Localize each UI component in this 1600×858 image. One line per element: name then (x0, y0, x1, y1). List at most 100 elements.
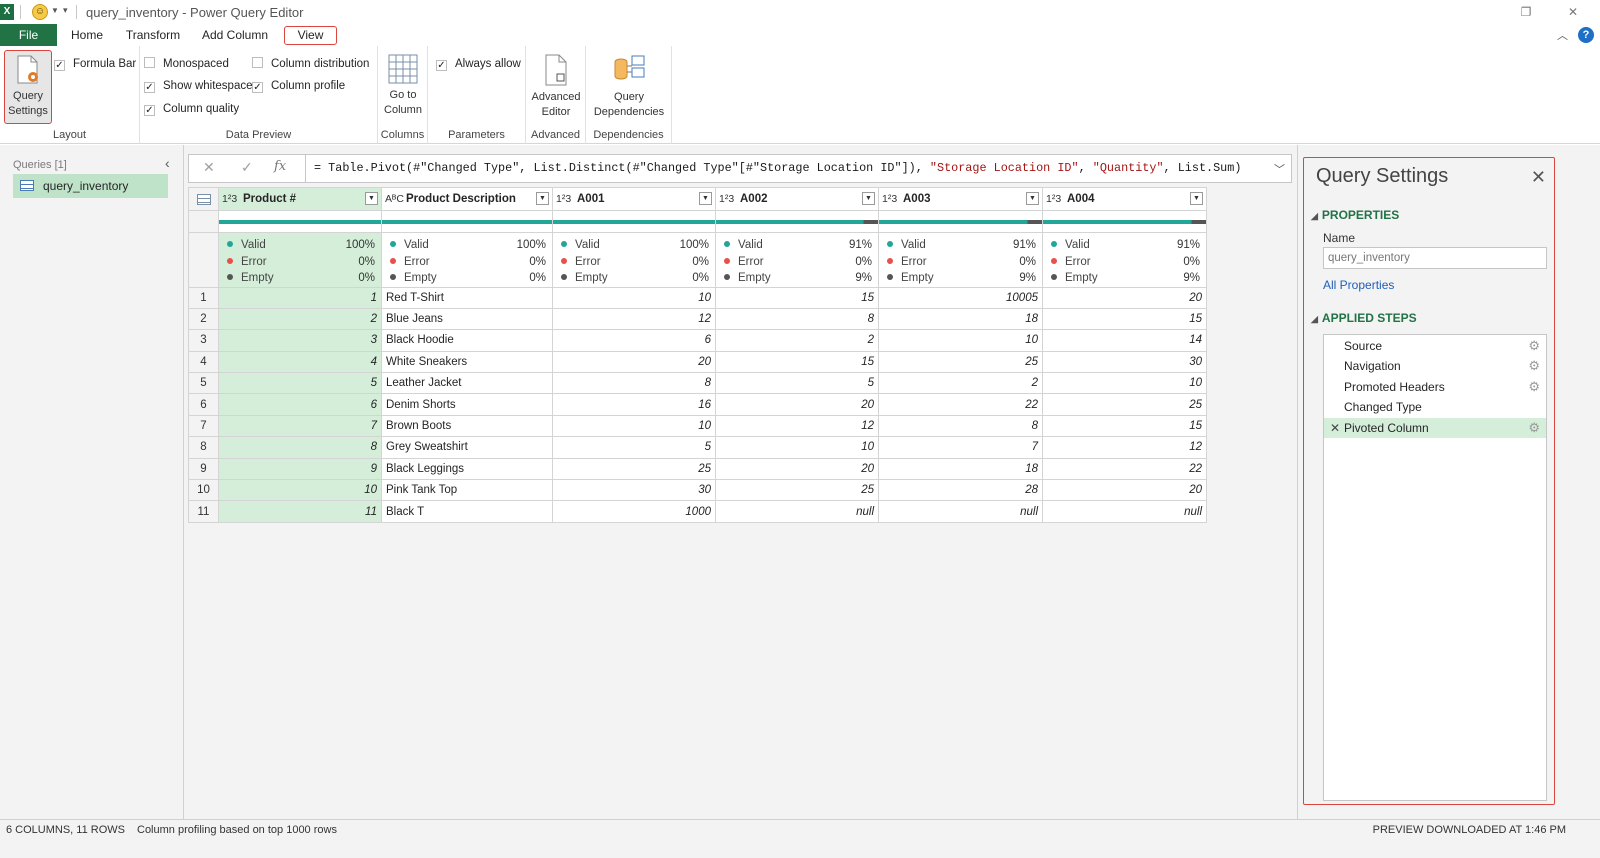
expand-formula-icon[interactable]: ﹀ (1274, 161, 1285, 177)
table-cell[interactable]: Brown Boots (381, 414, 553, 438)
formula-input[interactable]: = Table.Pivot(#"Changed Type", List.Dist… (305, 155, 1265, 182)
gear-icon[interactable]: ⚙ (1528, 336, 1540, 356)
row-number[interactable]: 4 (188, 350, 219, 374)
table-cell[interactable]: 20 (552, 350, 716, 374)
cancel-formula-icon[interactable]: ✕ (203, 159, 215, 176)
table-cell[interactable]: 1 (218, 286, 382, 309)
table-cell[interactable]: Black T (381, 500, 553, 523)
help-icon[interactable]: ? (1578, 27, 1594, 43)
table-cell[interactable]: 7 (878, 436, 1043, 459)
monospaced-checkbox[interactable]: Monospaced (144, 56, 229, 72)
table-cell[interactable]: 4 (218, 350, 382, 374)
table-cell[interactable]: White Sneakers (381, 350, 553, 374)
table-cell[interactable]: Black Leggings (381, 457, 553, 481)
delete-step-icon[interactable]: ✕ (1330, 418, 1340, 438)
row-number[interactable]: 7 (188, 414, 219, 438)
row-number[interactable]: 10 (188, 479, 219, 502)
data-type-icon[interactable]: 1²3 (556, 189, 571, 210)
column-header[interactable]: AᴮC Product Description ▼ (381, 187, 553, 211)
table-cell[interactable]: 10 (552, 414, 716, 438)
applied-step[interactable]: Source ⚙ (1324, 336, 1546, 356)
table-cell[interactable]: 5 (552, 436, 716, 459)
collapse-ribbon-icon[interactable]: ︿ (1557, 27, 1568, 43)
data-type-icon[interactable]: 1²3 (719, 189, 734, 210)
column-filter-dropdown-icon[interactable]: ▼ (1026, 192, 1039, 205)
table-cell[interactable]: 11 (218, 500, 382, 523)
fx-icon[interactable]: fx (274, 159, 286, 174)
table-menu-button[interactable] (188, 187, 219, 211)
table-cell[interactable]: 22 (878, 393, 1043, 416)
restore-button[interactable]: ❐ (1514, 2, 1538, 22)
row-number[interactable]: 9 (188, 457, 219, 481)
gear-icon[interactable]: ⚙ (1528, 377, 1540, 397)
query-dependencies-button[interactable]: Query Dependencies (588, 54, 670, 120)
table-cell[interactable]: null (878, 500, 1043, 523)
data-type-icon[interactable]: 1²3 (882, 189, 897, 210)
tab-add-column[interactable]: Add Column (198, 24, 272, 46)
table-cell[interactable]: 2 (715, 329, 879, 352)
applied-step[interactable]: Promoted Headers ⚙ (1324, 377, 1546, 397)
data-type-icon[interactable]: 1²3 (222, 189, 237, 210)
row-number[interactable]: 11 (188, 500, 219, 523)
column-filter-dropdown-icon[interactable]: ▼ (365, 192, 378, 205)
table-cell[interactable]: 18 (878, 457, 1043, 481)
always-allow-checkbox[interactable]: ✓ Always allow (436, 56, 521, 72)
column-distribution-checkbox[interactable]: Column distribution (252, 56, 369, 72)
column-profile-checkbox[interactable]: ✓ Column profile (252, 78, 345, 94)
show-whitespace-checkbox[interactable]: ✓ Show whitespace (144, 78, 253, 94)
column-header[interactable]: 1²3 A004 ▼ (1042, 187, 1207, 211)
tab-transform[interactable]: Transform (122, 24, 184, 46)
table-cell[interactable]: 20 (1042, 286, 1207, 309)
row-number[interactable]: 5 (188, 372, 219, 395)
table-cell[interactable]: 5 (715, 372, 879, 395)
table-cell[interactable]: 25 (878, 350, 1043, 374)
collapse-pane-icon[interactable]: ‹ (165, 155, 170, 171)
table-cell[interactable]: 22 (1042, 457, 1207, 481)
table-cell[interactable]: Leather Jacket (381, 372, 553, 395)
close-window-button[interactable]: ✕ (1561, 2, 1585, 22)
feedback-smiley-icon[interactable]: ☺ (32, 4, 48, 20)
table-cell[interactable]: 10 (715, 436, 879, 459)
applied-steps-header[interactable]: ◢ APPLIED STEPS (1311, 311, 1417, 325)
data-type-icon[interactable]: 1²3 (1046, 189, 1061, 210)
column-header[interactable]: 1²3 A002 ▼ (715, 187, 879, 211)
row-number[interactable]: 2 (188, 307, 219, 331)
table-cell[interactable]: 10005 (878, 286, 1043, 309)
tab-home[interactable]: Home (64, 24, 110, 46)
table-cell[interactable]: 16 (552, 393, 716, 416)
table-cell[interactable]: 20 (715, 393, 879, 416)
table-cell[interactable]: 20 (1042, 479, 1207, 502)
table-cell[interactable]: null (1042, 500, 1207, 523)
table-cell[interactable]: Red T-Shirt (381, 286, 553, 309)
advanced-editor-button[interactable]: Advanced Editor (528, 54, 584, 120)
column-quality-checkbox[interactable]: ✓ Column quality (144, 101, 239, 117)
table-cell[interactable]: 10 (1042, 372, 1207, 395)
query-item[interactable]: query_inventory (13, 174, 168, 198)
table-cell[interactable]: 30 (1042, 350, 1207, 374)
table-cell[interactable]: 1000 (552, 500, 716, 523)
table-cell[interactable]: 5 (218, 372, 382, 395)
gear-icon[interactable]: ⚙ (1528, 356, 1540, 376)
column-filter-dropdown-icon[interactable]: ▼ (862, 192, 875, 205)
table-cell[interactable]: 15 (1042, 307, 1207, 331)
chevron-down-icon[interactable]: ▼ (51, 6, 59, 15)
table-cell[interactable]: 20 (715, 457, 879, 481)
table-cell[interactable]: Grey Sweatshirt (381, 436, 553, 459)
table-cell[interactable]: 18 (878, 307, 1043, 331)
commit-formula-icon[interactable]: ✓ (241, 159, 253, 176)
go-to-column-button[interactable]: Go to Column (379, 54, 427, 118)
applied-step[interactable]: ✕ Pivoted Column ⚙ (1324, 417, 1546, 438)
column-filter-dropdown-icon[interactable]: ▼ (699, 192, 712, 205)
table-cell[interactable]: 12 (1042, 436, 1207, 459)
all-properties-link[interactable]: All Properties (1323, 278, 1394, 292)
table-cell[interactable]: 25 (1042, 393, 1207, 416)
table-cell[interactable]: Blue Jeans (381, 307, 553, 331)
tab-file[interactable]: File (0, 24, 57, 46)
row-number[interactable]: 1 (188, 286, 219, 309)
table-cell[interactable]: 6 (218, 393, 382, 416)
table-cell[interactable]: 10 (878, 329, 1043, 352)
tab-view[interactable]: View (284, 26, 337, 45)
table-cell[interactable]: Pink Tank Top (381, 479, 553, 502)
table-cell[interactable]: 14 (1042, 329, 1207, 352)
table-cell[interactable]: 25 (552, 457, 716, 481)
